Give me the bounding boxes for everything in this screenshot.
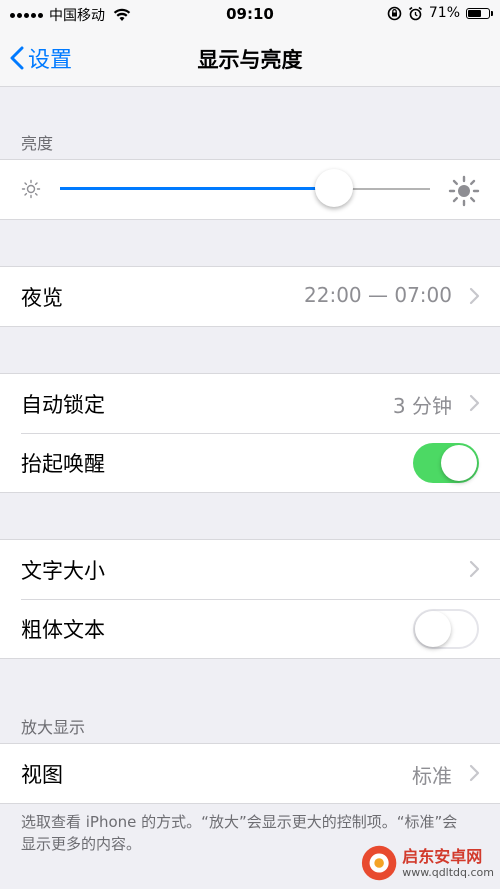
- brightness-group: [0, 159, 500, 220]
- chevron-right-icon: [469, 287, 480, 305]
- auto-lock-value: 3 分钟: [392, 394, 452, 418]
- raise-to-wake-label: 抬起唤醒: [21, 452, 105, 476]
- brightness-slider-fill: [60, 187, 334, 190]
- view-label: 视图: [21, 763, 63, 787]
- watermark-url: www.qdltdq.com: [402, 865, 494, 879]
- status-right: 71%: [387, 5, 493, 21]
- brightness-section-header: 亮度: [21, 134, 54, 153]
- chevron-right-icon: [469, 394, 480, 412]
- status-bar: 中国移动 09:10 71%: [0, 0, 500, 30]
- page-title: 显示与亮度: [197, 48, 303, 72]
- text-size-label: 文字大小: [21, 559, 105, 583]
- auto-lock-row[interactable]: 自动锁定 3 分钟: [0, 374, 500, 433]
- text-size-row[interactable]: 文字大小: [0, 540, 500, 599]
- bold-text-toggle[interactable]: [413, 609, 479, 649]
- raise-to-wake-toggle[interactable]: [413, 443, 479, 483]
- watermark: 启东安卓网 www.qdltdq.com: [360, 841, 494, 885]
- raise-to-wake-row: 抬起唤醒: [0, 433, 500, 492]
- zoom-section-header: 放大显示: [21, 718, 86, 737]
- watermark-logo-icon: [361, 845, 397, 881]
- navigation-bar: 设置 显示与亮度: [0, 30, 500, 87]
- view-row[interactable]: 视图 标准: [0, 744, 500, 803]
- night-shift-row[interactable]: 夜览 22:00 — 07:00: [0, 267, 500, 326]
- auto-lock-label: 自动锁定: [21, 393, 105, 417]
- bold-text-label: 粗体文本: [21, 618, 105, 642]
- rotation-lock-icon: [387, 6, 402, 20]
- night-shift-group: 夜览 22:00 — 07:00: [0, 266, 500, 327]
- view-value: 标准: [412, 764, 452, 788]
- watermark-text: 启东安卓网 www.qdltdq.com: [402, 846, 494, 879]
- text-group: 文字大小 粗体文本: [0, 539, 500, 659]
- brightness-high-icon: [448, 175, 480, 207]
- night-shift-value: 22:00 — 07:00: [304, 283, 452, 307]
- lock-group: 自动锁定 3 分钟 抬起唤醒: [0, 373, 500, 493]
- battery-percent: 71%: [428, 5, 460, 21]
- brightness-slider-thumb[interactable]: [314, 169, 353, 207]
- night-shift-label: 夜览: [21, 286, 63, 310]
- toggle-knob: [415, 611, 451, 647]
- zoom-group: 视图 标准: [0, 743, 500, 804]
- brightness-low-icon: [21, 179, 41, 199]
- toggle-knob: [441, 445, 477, 481]
- watermark-title: 启东安卓网: [402, 846, 483, 866]
- alarm-icon: [408, 6, 422, 20]
- bold-text-row: 粗体文本: [0, 599, 500, 658]
- chevron-right-icon: [469, 560, 480, 578]
- chevron-right-icon: [469, 764, 480, 782]
- battery-fill: [468, 9, 482, 17]
- battery-icon: [466, 7, 493, 19]
